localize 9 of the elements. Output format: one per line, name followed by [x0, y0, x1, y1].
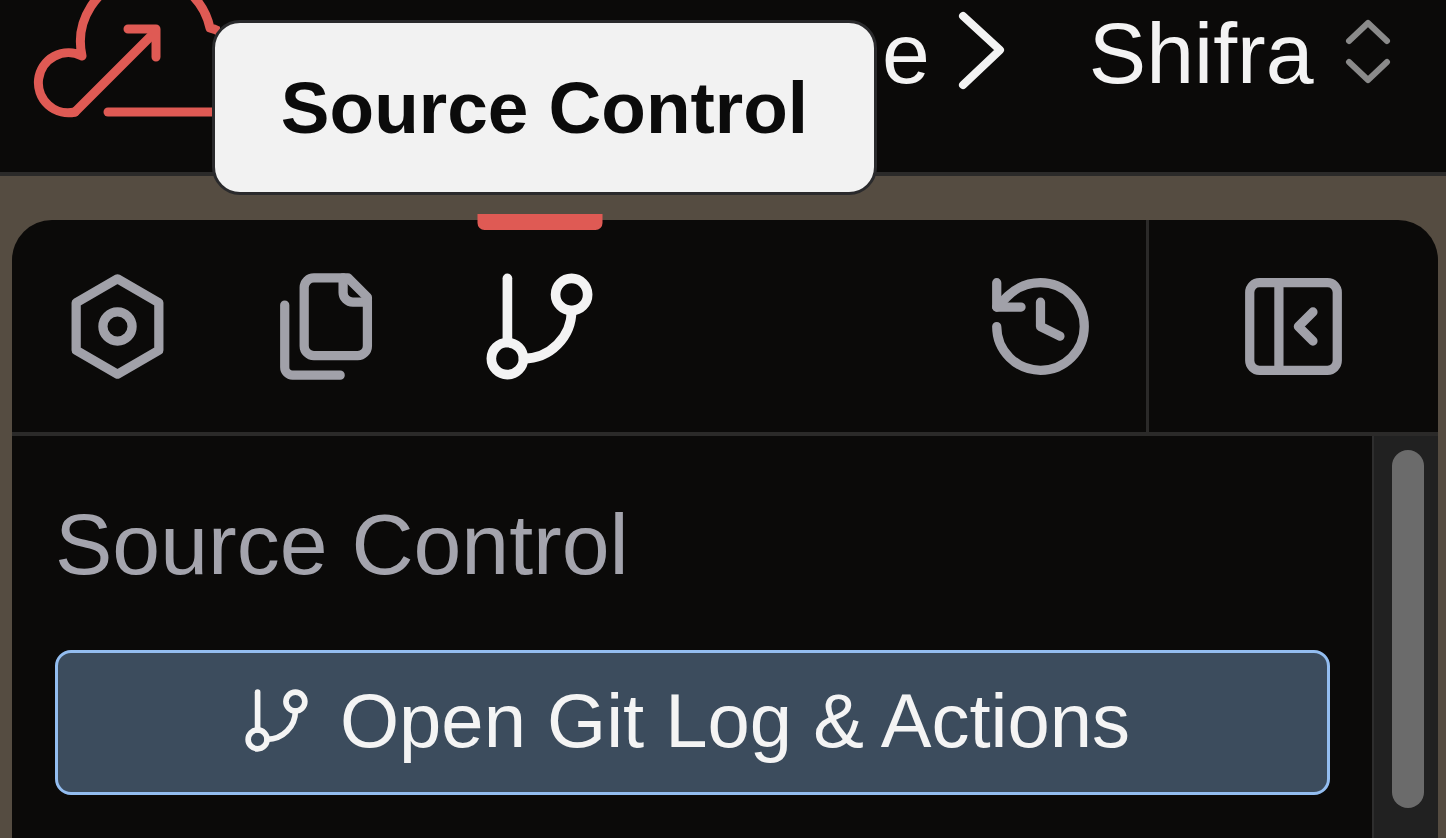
tooltip: Source Control [212, 20, 877, 195]
git-branch-icon [245, 689, 308, 752]
section-title: Source Control [55, 501, 629, 587]
breadcrumb-item[interactable]: e [882, 10, 930, 96]
scrollbar-thumb[interactable] [1392, 450, 1424, 808]
breadcrumb-item[interactable]: Shifra [1088, 10, 1314, 96]
up-down-chevron-icon[interactable] [1344, 18, 1391, 84]
open-git-log-button[interactable]: Open Git Log & Actions [55, 650, 1330, 795]
git-branch-icon [486, 272, 593, 380]
